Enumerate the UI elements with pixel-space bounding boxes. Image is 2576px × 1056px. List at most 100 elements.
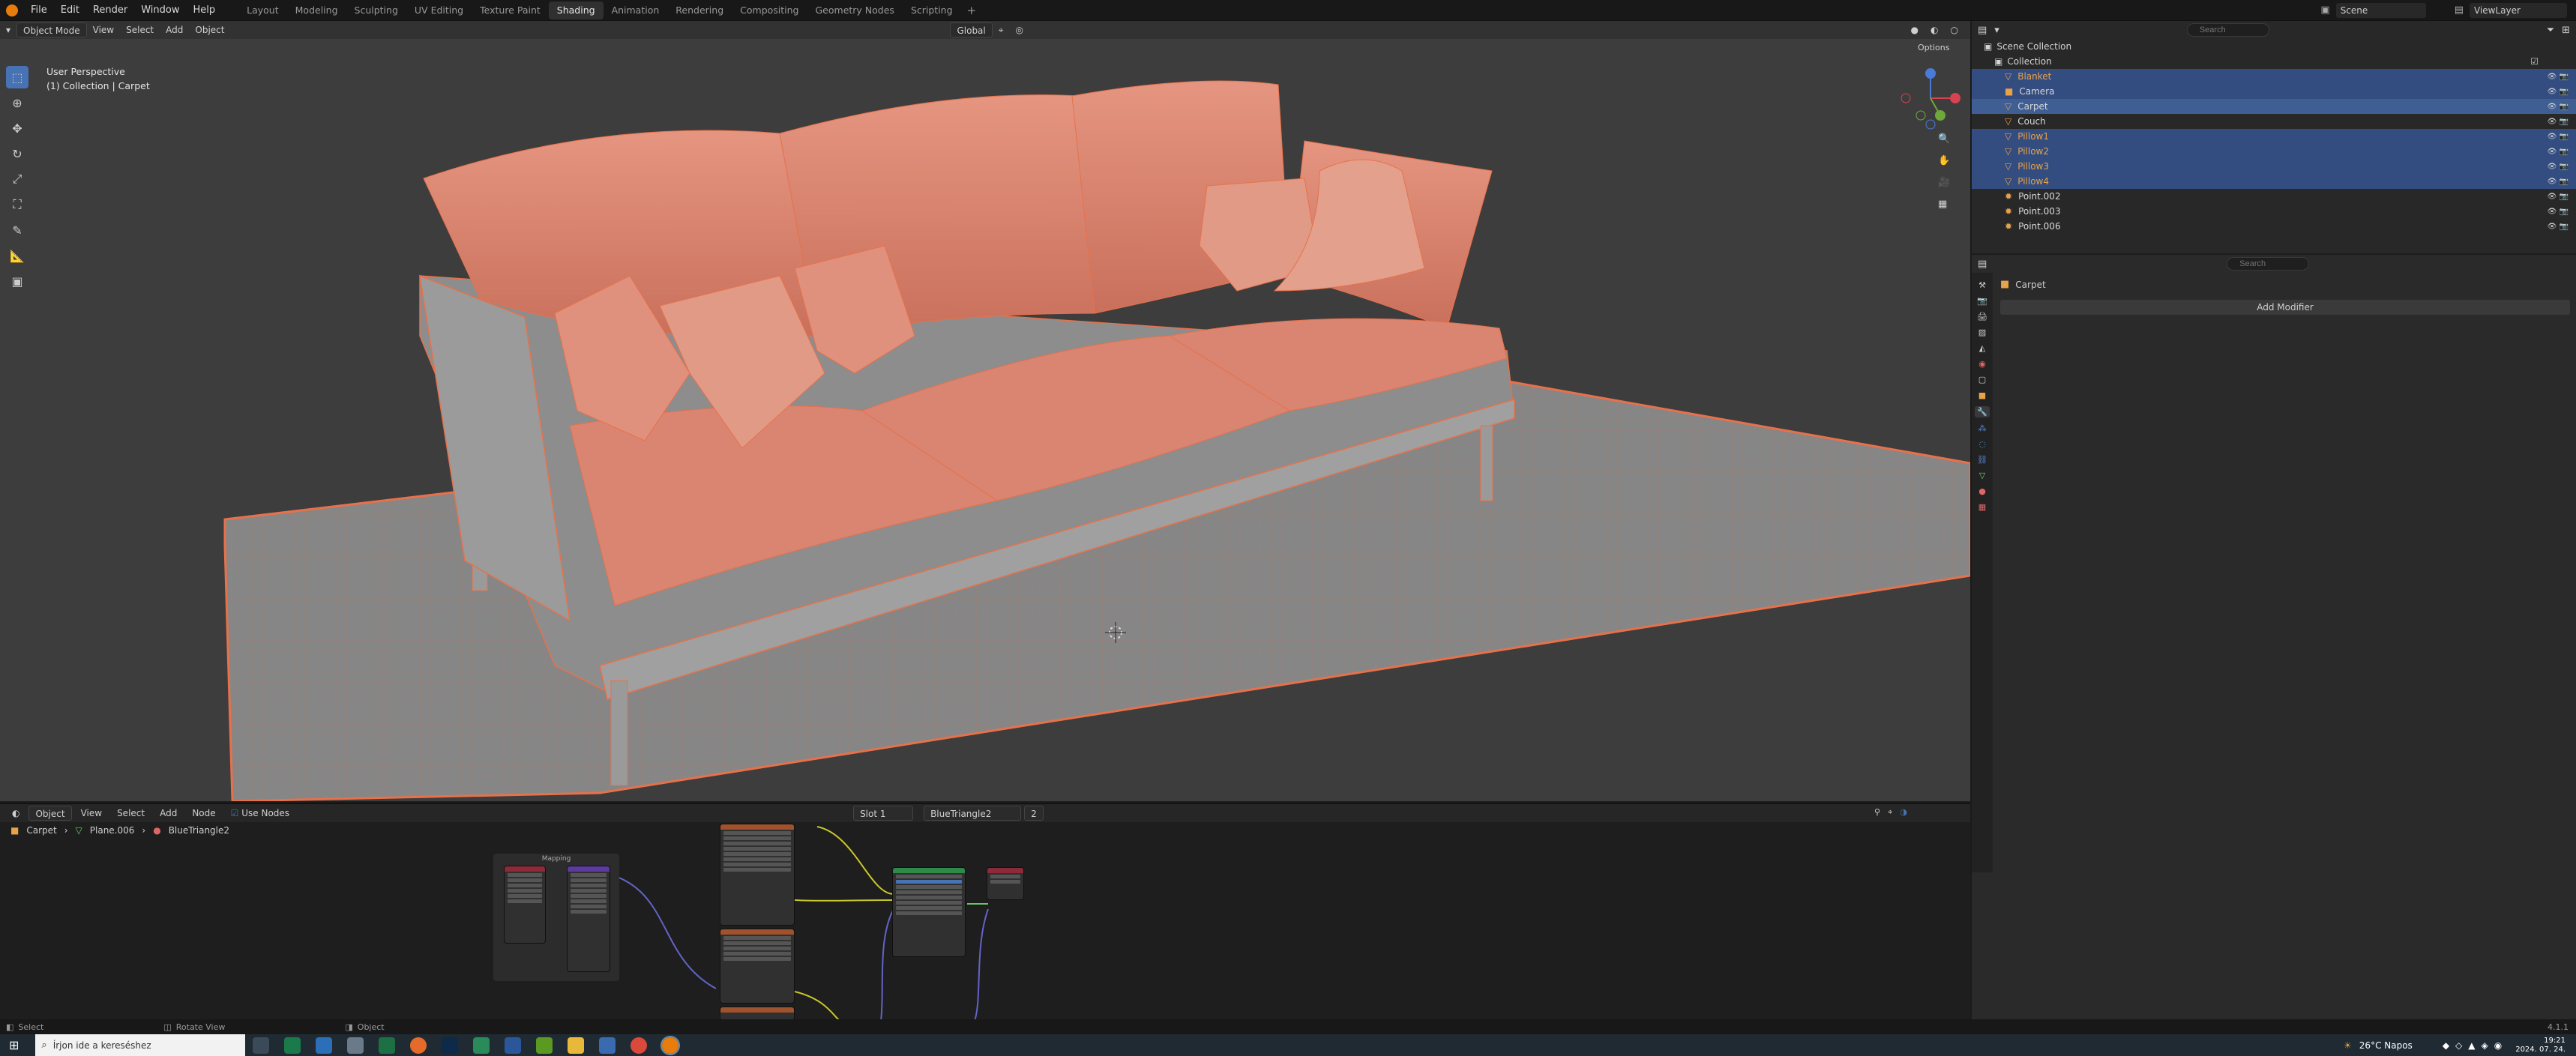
editor-type-icon[interactable]: ▾ [0, 22, 16, 37]
tool-tab-icon[interactable]: ⚒ [1978, 280, 1986, 290]
blender-logo-icon[interactable] [6, 4, 18, 16]
scene-selector[interactable]: Scene [2335, 2, 2426, 18]
navigation-gizmo[interactable] [1897, 64, 1964, 132]
mapping-node[interactable] [567, 866, 610, 972]
transform-orientation-dropdown[interactable]: Global [950, 22, 993, 37]
outliner-search-input[interactable] [2186, 23, 2269, 37]
visibility-eye-icon[interactable]: 👁 📷 [2548, 133, 2569, 141]
select-box-icon[interactable]: ⬚ [6, 66, 28, 88]
visibility-eye-icon[interactable]: 👁 📷 [2548, 223, 2569, 231]
workspace-tab-texture-paint[interactable]: Texture Paint [472, 1, 549, 19]
texture-tab-icon[interactable]: ▦ [1978, 502, 1986, 512]
cursor-tool-icon[interactable]: ⊕ [6, 91, 28, 114]
outliner-item[interactable]: ✹ Point.002 👁 📷 [1972, 189, 2576, 204]
visibility-eye-icon[interactable]: 👁 📷 [2548, 103, 2569, 111]
image-texture-node-1[interactable] [720, 824, 795, 926]
collection-row[interactable]: ▣ Collection ☑ [1972, 54, 2576, 69]
viewport-menu-object[interactable]: Object [189, 22, 230, 37]
render-tab-icon[interactable]: 📷 [1977, 296, 1987, 306]
excel-app-icon[interactable] [379, 1037, 396, 1054]
filter-icon[interactable]: ⏷ [2547, 25, 2554, 36]
view-layer-tab-icon[interactable]: ▨ [1978, 328, 1986, 337]
zoom-icon[interactable]: 🔍 [1938, 133, 1950, 145]
shading-material-icon[interactable]: ◐ [1925, 22, 1944, 37]
options-button[interactable]: Options [1912, 40, 1955, 55]
store-app-icon[interactable] [599, 1037, 616, 1054]
system-tray-icons[interactable]: ◆◇▲◈◉ [2443, 1040, 2508, 1051]
workspace-tab-rendering[interactable]: Rendering [667, 1, 732, 19]
add-cube-tool-icon[interactable]: ▣ [6, 270, 28, 292]
snap-icon[interactable]: ⌖ [993, 22, 1010, 37]
media-player-icon[interactable] [473, 1037, 490, 1054]
ortho-grid-icon[interactable]: ▦ [1938, 199, 1950, 210]
weather-text[interactable]: 26°C Napos [2359, 1040, 2413, 1051]
file-explorer-icon[interactable] [568, 1037, 585, 1054]
workspace-tab-sculpting[interactable]: Sculpting [346, 1, 406, 19]
3d-viewport[interactable]: ▾ Object Mode View Select Add Object Glo… [0, 21, 1970, 801]
firefox-app-icon[interactable] [410, 1037, 427, 1054]
outliner-editor-icon[interactable]: ▤ [1978, 25, 1987, 36]
particles-tab-icon[interactable]: ⁂ [1978, 423, 1987, 433]
annotate-tool-icon[interactable]: ✎ [6, 219, 28, 241]
scene-tab-icon[interactable]: ◭ [1979, 343, 1985, 353]
snap-node-icon[interactable]: ⌖ [1888, 807, 1892, 818]
scale-tool-icon[interactable]: ⤢ [6, 168, 28, 190]
blender-app-icon[interactable] [660, 1035, 681, 1055]
photoshop-app-icon[interactable] [442, 1037, 459, 1054]
workspace-tab-compositing[interactable]: Compositing [732, 1, 807, 19]
menu-edit[interactable]: Edit [54, 0, 86, 21]
camera-view-icon[interactable]: 🎥 [1938, 177, 1950, 188]
viewport-menu-select[interactable]: Select [120, 22, 160, 37]
menu-render[interactable]: Render [86, 0, 134, 21]
workspace-tab-uv-editing[interactable]: UV Editing [406, 1, 472, 19]
overlay-node-icon[interactable]: ◑ [1900, 807, 1907, 818]
properties-editor-icon[interactable]: ▤ [1978, 259, 1987, 270]
object-tab-icon[interactable]: ■ [1978, 390, 1986, 400]
view-layer-selector[interactable]: ViewLayer [2470, 2, 2567, 18]
measure-tool-icon[interactable]: 📐 [6, 244, 28, 267]
material-output-node[interactable] [987, 867, 1024, 900]
workspace-tab-animation[interactable]: Animation [604, 1, 668, 19]
collection-tab-icon[interactable]: ▢ [1978, 375, 1986, 384]
visibility-eye-icon[interactable]: 👁 📷 [2548, 118, 2569, 126]
outliner-item[interactable]: ▽ Couch 👁 📷 [1972, 114, 2576, 129]
data-tab-icon[interactable]: ▽ [1979, 471, 1985, 480]
properties-search-input[interactable] [2227, 257, 2310, 271]
pan-hand-icon[interactable]: ✋ [1938, 155, 1950, 166]
outliner-item[interactable]: ▽ Carpet 👁 📷 [1972, 99, 2576, 114]
clock[interactable]: 19:21 2024. 07. 24. [2515, 1037, 2566, 1055]
add-workspace-icon[interactable]: + [967, 4, 977, 17]
outliner-item[interactable]: ■ Camera 👁 📷 [1972, 84, 2576, 99]
mail-app-icon[interactable] [316, 1037, 333, 1054]
object-mode-dropdown[interactable]: Object Mode [16, 22, 87, 37]
visibility-eye-icon[interactable]: 👁 📷 [2548, 208, 2569, 216]
visibility-eye-icon[interactable]: 👁 📷 [2548, 73, 2569, 81]
principled-bsdf-node[interactable] [892, 867, 966, 957]
outliner-item[interactable]: ▽ Pillow4 👁 📷 [1972, 174, 2576, 189]
menu-file[interactable]: File [24, 0, 54, 21]
shading-solid-icon[interactable]: ● [1905, 22, 1925, 37]
workspace-tab-layout[interactable]: Layout [238, 1, 287, 19]
workspace-tab-geometry-nodes[interactable]: Geometry Nodes [807, 1, 903, 19]
shading-rendered-icon[interactable]: ○ [1945, 22, 1964, 37]
scene-collection-row[interactable]: ▣ Scene Collection [1972, 39, 2576, 54]
taskbar-search-box[interactable]: ⌕ Írjon ide a kereséshez [35, 1034, 246, 1056]
outliner-item[interactable]: ▽ Blanket 👁 📷 [1972, 69, 2576, 84]
texture-coordinate-node[interactable] [504, 866, 546, 944]
proportional-edit-icon[interactable]: ◎ [1010, 22, 1029, 37]
outliner-item[interactable]: ▽ Pillow1 👁 📷 [1972, 129, 2576, 144]
shader-node-editor[interactable]: ◐ Object View Select Add Node ☑ Use Node… [0, 803, 1970, 1021]
outliner-item[interactable]: ✹ Point.006 👁 📷 [1972, 219, 2576, 234]
viewport-menu-add[interactable]: Add [160, 22, 189, 37]
pin-icon[interactable]: ⚲ [1874, 807, 1880, 818]
add-modifier-button[interactable]: Add Modifier [2000, 300, 2570, 315]
constraints-tab-icon[interactable]: ⛓ [1977, 455, 1987, 465]
task-view-icon[interactable] [253, 1037, 270, 1054]
calculator-app-icon[interactable] [347, 1037, 364, 1054]
material-tab-icon[interactable]: ● [1978, 486, 1986, 496]
visibility-eye-icon[interactable]: 👁 📷 [2548, 88, 2569, 96]
physics-tab-icon[interactable]: ◌ [1978, 439, 1986, 449]
outliner-item[interactable]: ▽ Pillow3 👁 📷 [1972, 159, 2576, 174]
nvidia-app-icon[interactable] [536, 1037, 553, 1054]
menu-window[interactable]: Window [134, 0, 186, 21]
